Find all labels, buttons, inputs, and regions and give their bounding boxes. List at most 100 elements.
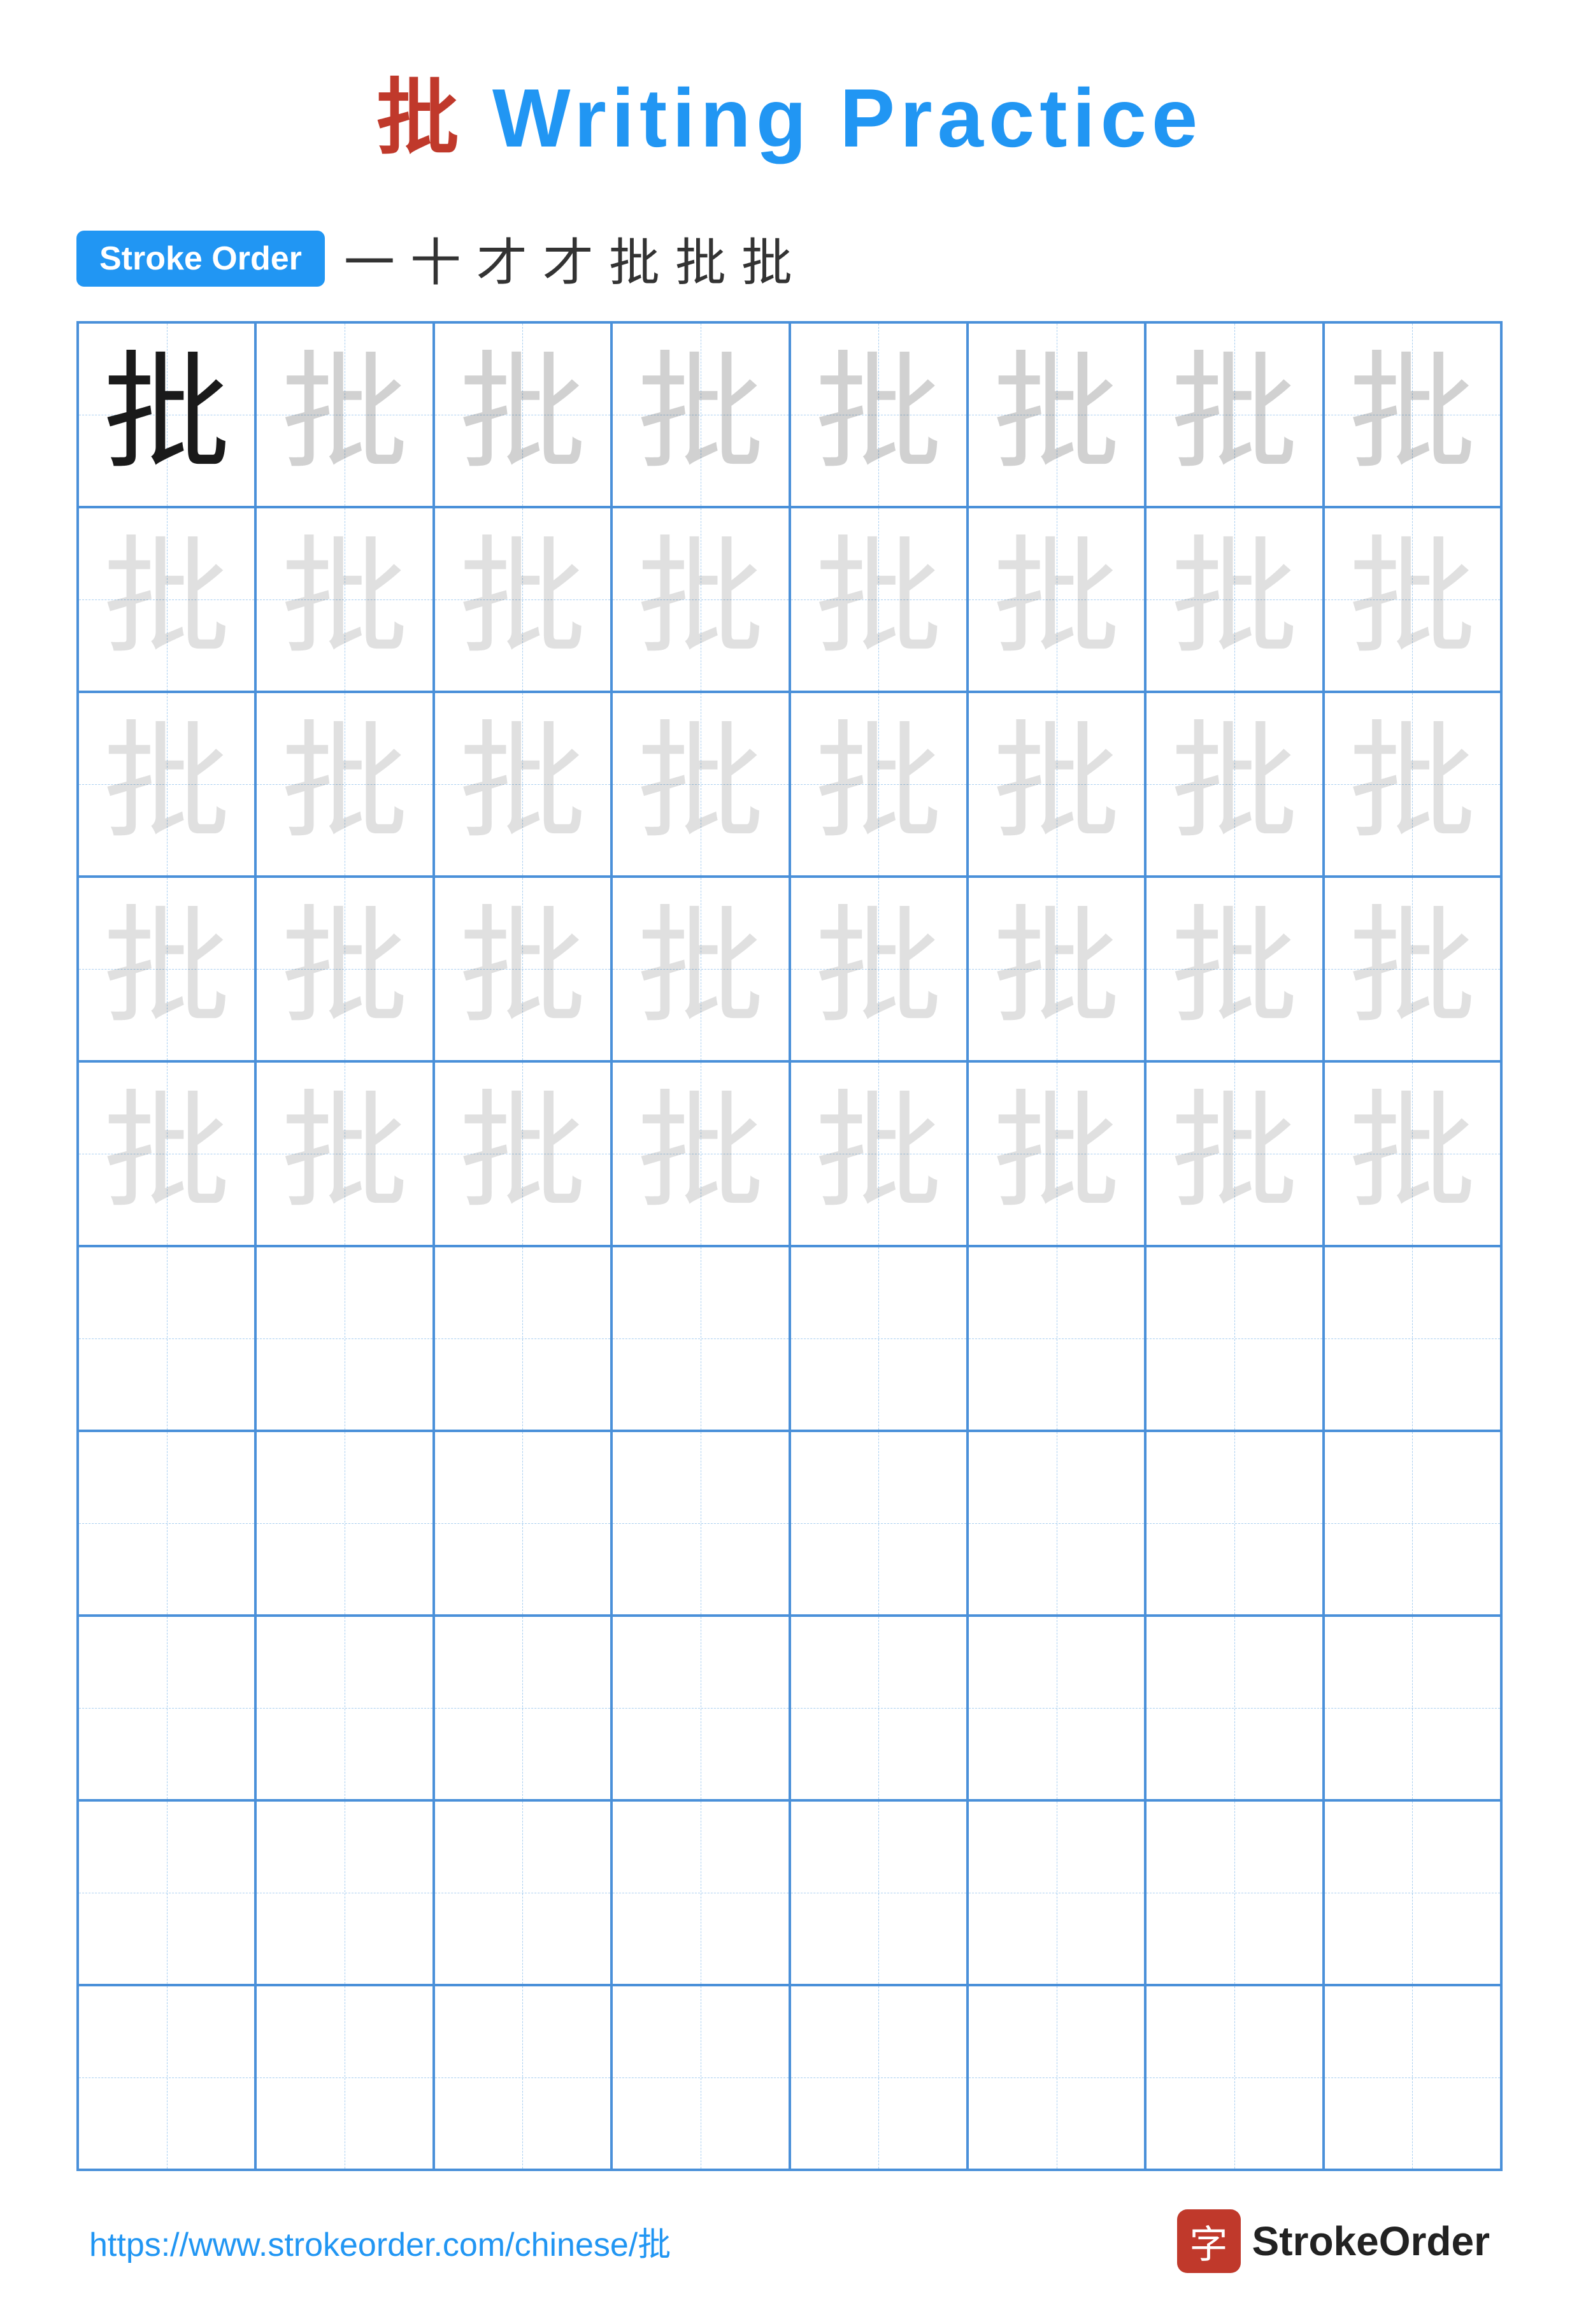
grid-cell[interactable] [611, 1616, 789, 1800]
grid-cell[interactable] [1324, 1800, 1501, 1985]
grid-char: 批 [459, 1090, 586, 1217]
grid-cell[interactable]: 批 [968, 507, 1145, 692]
grid-cell[interactable] [1145, 1431, 1323, 1616]
grid-cell[interactable]: 批 [434, 877, 611, 1061]
grid-cell[interactable]: 批 [790, 692, 968, 877]
grid-cell[interactable] [611, 1800, 789, 1985]
grid-cell[interactable]: 批 [1145, 877, 1323, 1061]
grid-cell[interactable]: 批 [790, 322, 968, 507]
grid-cell[interactable]: 批 [968, 692, 1145, 877]
grid-cell[interactable] [78, 1431, 255, 1616]
grid-cell[interactable] [78, 1246, 255, 1431]
grid-cell[interactable]: 批 [1324, 1061, 1501, 1246]
grid-cell[interactable] [968, 1616, 1145, 1800]
grid-row-7 [78, 1431, 1501, 1616]
grid-cell[interactable]: 批 [78, 692, 255, 877]
grid-char: 批 [993, 1090, 1120, 1217]
grid-cell[interactable] [790, 1246, 968, 1431]
grid-cell[interactable] [611, 1431, 789, 1616]
grid-cell[interactable] [255, 1246, 433, 1431]
grid-cell[interactable]: 批 [434, 507, 611, 692]
grid-cell[interactable]: 批 [790, 877, 968, 1061]
grid-char: 批 [993, 351, 1120, 478]
strokeorder-logo-icon: 字 [1177, 2209, 1241, 2273]
grid-cell[interactable] [968, 1985, 1145, 2170]
stroke-step-2: 十 [410, 222, 461, 296]
grid-cell[interactable]: 批 [1145, 322, 1323, 507]
grid-char: 批 [815, 351, 942, 478]
grid-cell[interactable] [1324, 1985, 1501, 2170]
grid-cell[interactable] [1324, 1431, 1501, 1616]
grid-cell[interactable] [434, 1431, 611, 1616]
grid-char: 批 [1171, 1090, 1298, 1217]
grid-cell[interactable] [78, 1616, 255, 1800]
grid-cell[interactable]: 批 [611, 322, 789, 507]
grid-cell[interactable] [611, 1246, 789, 1431]
grid-cell[interactable] [434, 1616, 611, 1800]
grid-cell[interactable] [1145, 1800, 1323, 1985]
grid-row-5: 批 批 批 批 批 批 批 批 [78, 1061, 1501, 1246]
grid-cell[interactable] [968, 1246, 1145, 1431]
grid-row-2: 批 批 批 批 批 批 批 批 [78, 507, 1501, 692]
grid-cell[interactable] [1324, 1616, 1501, 1800]
grid-cell[interactable] [790, 1800, 968, 1985]
grid-row-1: 批 批 批 批 批 批 批 批 [78, 322, 1501, 507]
grid-cell[interactable] [255, 1800, 433, 1985]
grid-row-4: 批 批 批 批 批 批 批 批 [78, 877, 1501, 1061]
grid-cell[interactable]: 批 [255, 507, 433, 692]
grid-cell[interactable] [790, 1985, 968, 2170]
grid-char: 批 [993, 536, 1120, 663]
grid-cell[interactable]: 批 [255, 1061, 433, 1246]
footer-logo-text: StrokeOrder [1252, 2218, 1490, 2265]
grid-cell[interactable]: 批 [1324, 692, 1501, 877]
grid-cell[interactable] [434, 1800, 611, 1985]
grid-cell[interactable]: 批 [78, 507, 255, 692]
grid-cell[interactable]: 批 [1145, 692, 1323, 877]
stroke-order-row: Stroke Order 一 十 才 才 批 批 批 [76, 222, 1503, 296]
grid-cell[interactable]: 批 [968, 322, 1145, 507]
grid-cell[interactable]: 批 [790, 507, 968, 692]
grid-cell[interactable]: 批 [611, 877, 789, 1061]
grid-cell[interactable]: 批 [78, 877, 255, 1061]
grid-cell[interactable]: 批 [611, 692, 789, 877]
grid-cell[interactable]: 批 [1324, 507, 1501, 692]
grid-cell[interactable]: 批 [78, 322, 255, 507]
grid-cell[interactable]: 批 [1145, 1061, 1323, 1246]
footer-url[interactable]: https://www.strokeorder.com/chinese/批 [89, 2218, 671, 2265]
grid-cell[interactable]: 批 [1145, 507, 1323, 692]
grid-cell[interactable] [1145, 1985, 1323, 2170]
grid-cell[interactable] [611, 1985, 789, 2170]
grid-cell[interactable] [255, 1431, 433, 1616]
grid-cell[interactable] [790, 1431, 968, 1616]
grid-cell[interactable]: 批 [78, 1061, 255, 1246]
grid-cell[interactable]: 批 [1324, 877, 1501, 1061]
grid-cell[interactable] [434, 1985, 611, 2170]
grid-cell[interactable]: 批 [434, 1061, 611, 1246]
grid-cell[interactable]: 批 [255, 692, 433, 877]
grid-cell[interactable] [1145, 1616, 1323, 1800]
grid-cell[interactable]: 批 [434, 692, 611, 877]
grid-cell[interactable]: 批 [255, 322, 433, 507]
grid-cell[interactable] [1324, 1246, 1501, 1431]
grid-cell[interactable]: 批 [790, 1061, 968, 1246]
grid-cell[interactable] [790, 1616, 968, 1800]
grid-cell[interactable] [968, 1431, 1145, 1616]
grid-cell[interactable] [78, 1800, 255, 1985]
grid-cell[interactable] [255, 1616, 433, 1800]
grid-char: 批 [459, 536, 586, 663]
grid-cell[interactable]: 批 [968, 877, 1145, 1061]
grid-cell[interactable]: 批 [611, 507, 789, 692]
grid-cell[interactable]: 批 [255, 877, 433, 1061]
grid-row-6 [78, 1246, 1501, 1431]
grid-cell[interactable]: 批 [968, 1061, 1145, 1246]
grid-cell[interactable] [968, 1800, 1145, 1985]
grid-cell[interactable] [255, 1985, 433, 2170]
grid-cell[interactable] [78, 1985, 255, 2170]
grid-cell[interactable]: 批 [611, 1061, 789, 1246]
grid-cell[interactable] [1145, 1246, 1323, 1431]
writing-grid: 批 批 批 批 批 批 批 批 批 批 批 批 批 批 批 批 批 批 批 批 … [76, 321, 1503, 2171]
grid-char: 批 [1348, 1090, 1476, 1217]
grid-cell[interactable]: 批 [1324, 322, 1501, 507]
grid-cell[interactable]: 批 [434, 322, 611, 507]
grid-cell[interactable] [434, 1246, 611, 1431]
